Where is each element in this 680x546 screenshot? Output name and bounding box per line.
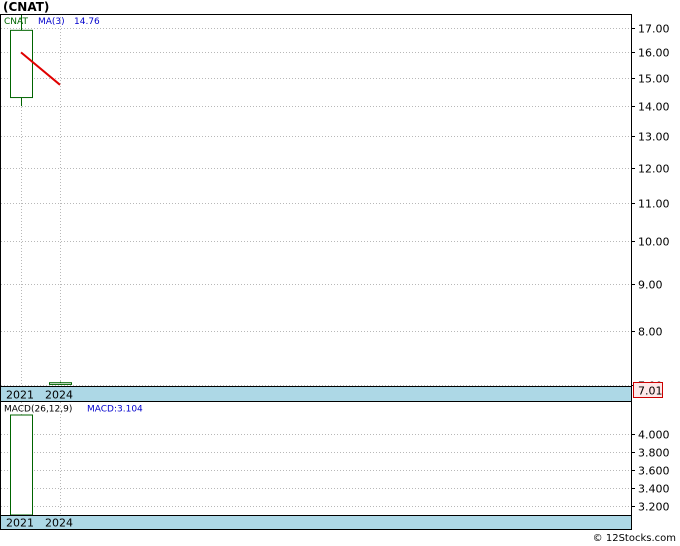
price-panel: 7.008.009.0010.0011.0012.0013.0014.0015.… (0, 14, 670, 402)
macd-x-band (0, 515, 632, 530)
price-tick-label: 13.00 (638, 131, 670, 144)
legend-ma-label: MA(3) (38, 17, 65, 27)
price-x-label: 2024 (45, 389, 73, 402)
site-credit: © 12Stocks.com (592, 533, 676, 544)
price-tick-label: 14.00 (638, 101, 670, 114)
price-tick-label: 11.00 (638, 198, 670, 211)
price-tick-label: 15.00 (638, 73, 670, 86)
macd-tick-label: 3.600 (638, 465, 670, 478)
last-price-box: 7.01 (633, 382, 663, 398)
candle-body (10, 29, 33, 99)
macd-x-label: 2021 (6, 517, 34, 530)
price-plot-area (0, 14, 632, 402)
candle-body (49, 382, 72, 385)
price-tick-label: 10.00 (638, 236, 670, 249)
price-tick-label: 17.00 (638, 23, 670, 36)
macd-tick-label: 4.000 (638, 429, 670, 442)
price-x-label: 2021 (6, 389, 34, 402)
legend-ticker: CNAT (4, 17, 28, 27)
price-tick-label: 8.00 (638, 326, 663, 339)
price-tick-label: 9.00 (638, 279, 663, 292)
macd-marks (10, 414, 33, 516)
last-price-label: 7.01 (638, 385, 663, 398)
price-tick-label: 16.00 (638, 47, 670, 60)
chart: 7.008.009.0010.0011.0012.0013.0014.0015.… (0, 14, 670, 530)
macd-legend-label: MACD(26,12,9) (4, 405, 72, 415)
macd-axis: 3.200 3.400 3.600 3.800 4.000 (631, 429, 670, 514)
price-x-band (0, 386, 632, 402)
price-tick-label: 12.00 (638, 163, 670, 176)
price-legend: CNAT MA(3) 14.76 (4, 17, 100, 27)
macd-x-label: 2024 (45, 517, 73, 530)
macd-tick-label: 3.800 (638, 447, 670, 460)
macd-panel: 3.200 3.400 3.600 3.800 4.000 2021 2024 MACD(… (0, 401, 670, 530)
macd-plot-area (0, 401, 632, 530)
macd-bar (10, 414, 33, 516)
macd-tick-label: 3.400 (638, 483, 670, 496)
price-axis: 7.008.009.0010.0011.0012.0013.0014.0015.… (631, 23, 670, 393)
macd-legend-value: MACD:3.104 (87, 405, 143, 415)
macd-tick-label: 3.200 (638, 501, 670, 514)
legend-ma-value: 14.76 (74, 17, 100, 27)
